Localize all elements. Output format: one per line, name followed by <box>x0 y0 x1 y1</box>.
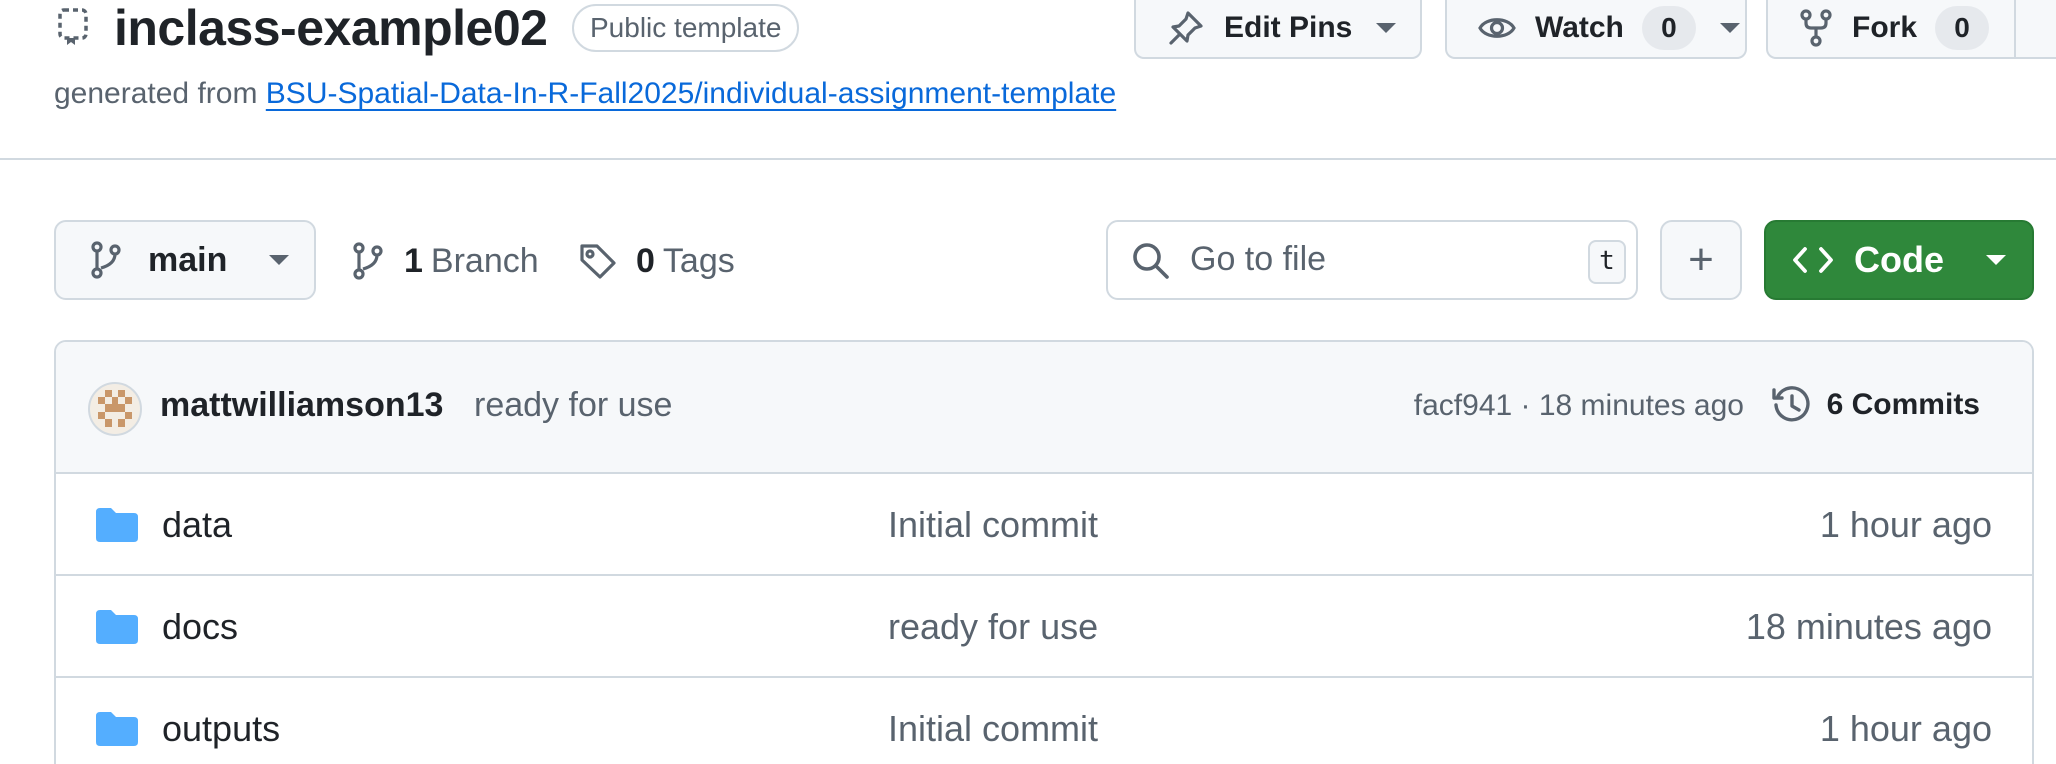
fork-button[interactable]: Fork 0 <box>1766 0 2056 59</box>
add-file-button[interactable]: + <box>1660 220 1742 300</box>
repo-header: inclass-example02 Public template genera… <box>0 0 2056 160</box>
chevron-down-icon <box>1986 255 2006 265</box>
generated-prefix: generated from <box>54 77 258 110</box>
fork-split-divider <box>2014 0 2016 59</box>
tags-link[interactable]: 0 Tags <box>578 236 735 286</box>
template-source-link[interactable]: BSU-Spatial-Data-In-R-Fall2025/individua… <box>266 77 1116 110</box>
file-commit-message[interactable]: ready for use <box>888 606 1098 648</box>
tag-label: Tags <box>662 241 735 280</box>
keyboard-shortcut-hint: t <box>1588 240 1626 284</box>
commit-message-link[interactable]: ready for use <box>474 386 672 425</box>
branch-icon <box>350 241 386 281</box>
branch-label: Branch <box>430 241 539 280</box>
folder-icon <box>96 508 138 547</box>
chevron-down-icon <box>1376 22 1397 33</box>
tag-count: 0 <box>636 241 655 280</box>
file-name-link[interactable]: docs <box>162 606 238 648</box>
search-placeholder: Go to file <box>1190 240 1327 278</box>
commit-author-link[interactable]: mattwilliamson13 <box>160 386 443 425</box>
fork-label: Fork <box>1852 10 1918 44</box>
fork-icon <box>1798 8 1834 48</box>
branch-selector-button[interactable]: main <box>54 220 316 300</box>
file-row-docs[interactable]: docs ready for use 18 minutes ago <box>56 576 2032 678</box>
edit-pins-button[interactable]: Edit Pins <box>1134 0 1422 59</box>
file-name-link[interactable]: outputs <box>162 708 280 750</box>
go-to-file-search[interactable]: Go to file t <box>1106 220 1638 300</box>
file-updated-time: 18 minutes ago <box>1745 606 1992 647</box>
file-updated-time: 1 hour ago <box>1819 708 1992 749</box>
edit-pins-label: Edit Pins <box>1224 10 1353 44</box>
file-name-link[interactable]: data <box>162 504 232 546</box>
latest-commit-bar: mattwilliamson13 ready for use facf941 ·… <box>56 342 2032 474</box>
repo-name-link[interactable]: inclass-example02 <box>114 0 548 56</box>
repo-template-icon <box>58 8 88 46</box>
fork-count: 0 <box>1935 5 1990 50</box>
commit-hash-and-time[interactable]: facf941 · 18 minutes ago <box>1414 389 1744 423</box>
tag-icon <box>578 241 618 281</box>
avatar[interactable] <box>88 382 142 436</box>
code-icon <box>1792 242 1834 278</box>
code-label: Code <box>1854 239 1944 280</box>
plus-icon: + <box>1688 235 1714 284</box>
chevron-down-icon <box>269 255 290 265</box>
watch-button[interactable]: Watch 0 <box>1445 0 1747 59</box>
eye-icon <box>1477 8 1517 48</box>
pin-icon <box>1166 8 1206 48</box>
commits-history-link[interactable]: 6 Commits <box>1771 384 1980 426</box>
watch-label: Watch <box>1535 10 1624 44</box>
search-icon <box>1130 240 1172 282</box>
file-updated-time: 1 hour ago <box>1819 504 1992 545</box>
file-commit-message[interactable]: Initial commit <box>888 708 1098 750</box>
branch-count: 1 <box>404 241 423 280</box>
code-button[interactable]: Code <box>1764 220 2034 300</box>
folder-icon <box>96 610 138 649</box>
commits-count-label: 6 Commits <box>1826 388 1980 421</box>
file-commit-message[interactable]: Initial commit <box>888 504 1098 546</box>
branch-icon <box>88 240 124 280</box>
branches-link[interactable]: 1 Branch <box>350 236 539 286</box>
file-browser-panel: mattwilliamson13 ready for use facf941 ·… <box>54 340 2034 764</box>
history-icon <box>1771 386 1810 422</box>
file-row-data[interactable]: data Initial commit 1 hour ago <box>56 474 2032 576</box>
generated-from: generated from BSU-Spatial-Data-In-R-Fal… <box>54 76 1116 112</box>
visibility-badge: Public template <box>572 4 800 52</box>
folder-icon <box>96 712 138 751</box>
file-row-outputs[interactable]: outputs Initial commit 1 hour ago <box>56 678 2032 764</box>
chevron-down-icon <box>1719 22 1740 33</box>
branch-name: main <box>148 240 228 279</box>
watch-count: 0 <box>1641 5 1696 50</box>
